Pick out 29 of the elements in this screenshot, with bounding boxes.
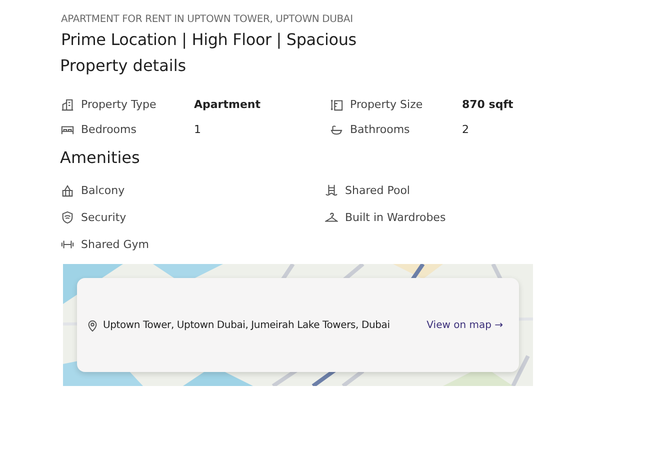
hanger-icon [325, 211, 338, 224]
dumbbell-icon [61, 238, 74, 251]
detail-label: Property Size [350, 98, 424, 111]
location-pin-icon [86, 318, 99, 332]
amenity-label: Security [81, 211, 126, 224]
location-address: Uptown Tower, Uptown Dubai, Jumeirah Lake Towers, Dubai [103, 320, 390, 330]
pool-ladder-icon [325, 184, 338, 197]
building-icon [61, 98, 74, 111]
amenity-label: Built in Wardrobes [345, 211, 446, 224]
view-on-map-link[interactable]: View on map → [426, 320, 503, 330]
section-heading: Property details [60, 56, 188, 75]
amenity-label: Balcony [81, 184, 125, 197]
bathtub-icon [330, 123, 343, 136]
detail-value: 2 [462, 123, 469, 136]
basket-icon [61, 184, 74, 197]
amenity-label: Shared Gym [81, 238, 149, 251]
detail-value: 870 sqft [462, 98, 514, 111]
detail-label: Bathrooms [350, 123, 411, 136]
section-heading: Amenities [60, 148, 141, 167]
amenity-label: Shared Pool [345, 184, 410, 197]
detail-label: Bedrooms [81, 123, 138, 136]
detail-value: Apartment [194, 98, 261, 111]
listing-category: APARTMENT FOR RENT IN UPTOWN TOWER, UPTOWN DUBAI [61, 14, 354, 25]
ruler-icon [330, 98, 343, 111]
shield-icon [61, 211, 74, 224]
detail-label: Property Type [81, 98, 158, 111]
detail-value: 1 [194, 123, 201, 136]
listing-title: Prime Location | High Floor | Spacious [61, 30, 358, 49]
bed-icon [61, 123, 74, 136]
